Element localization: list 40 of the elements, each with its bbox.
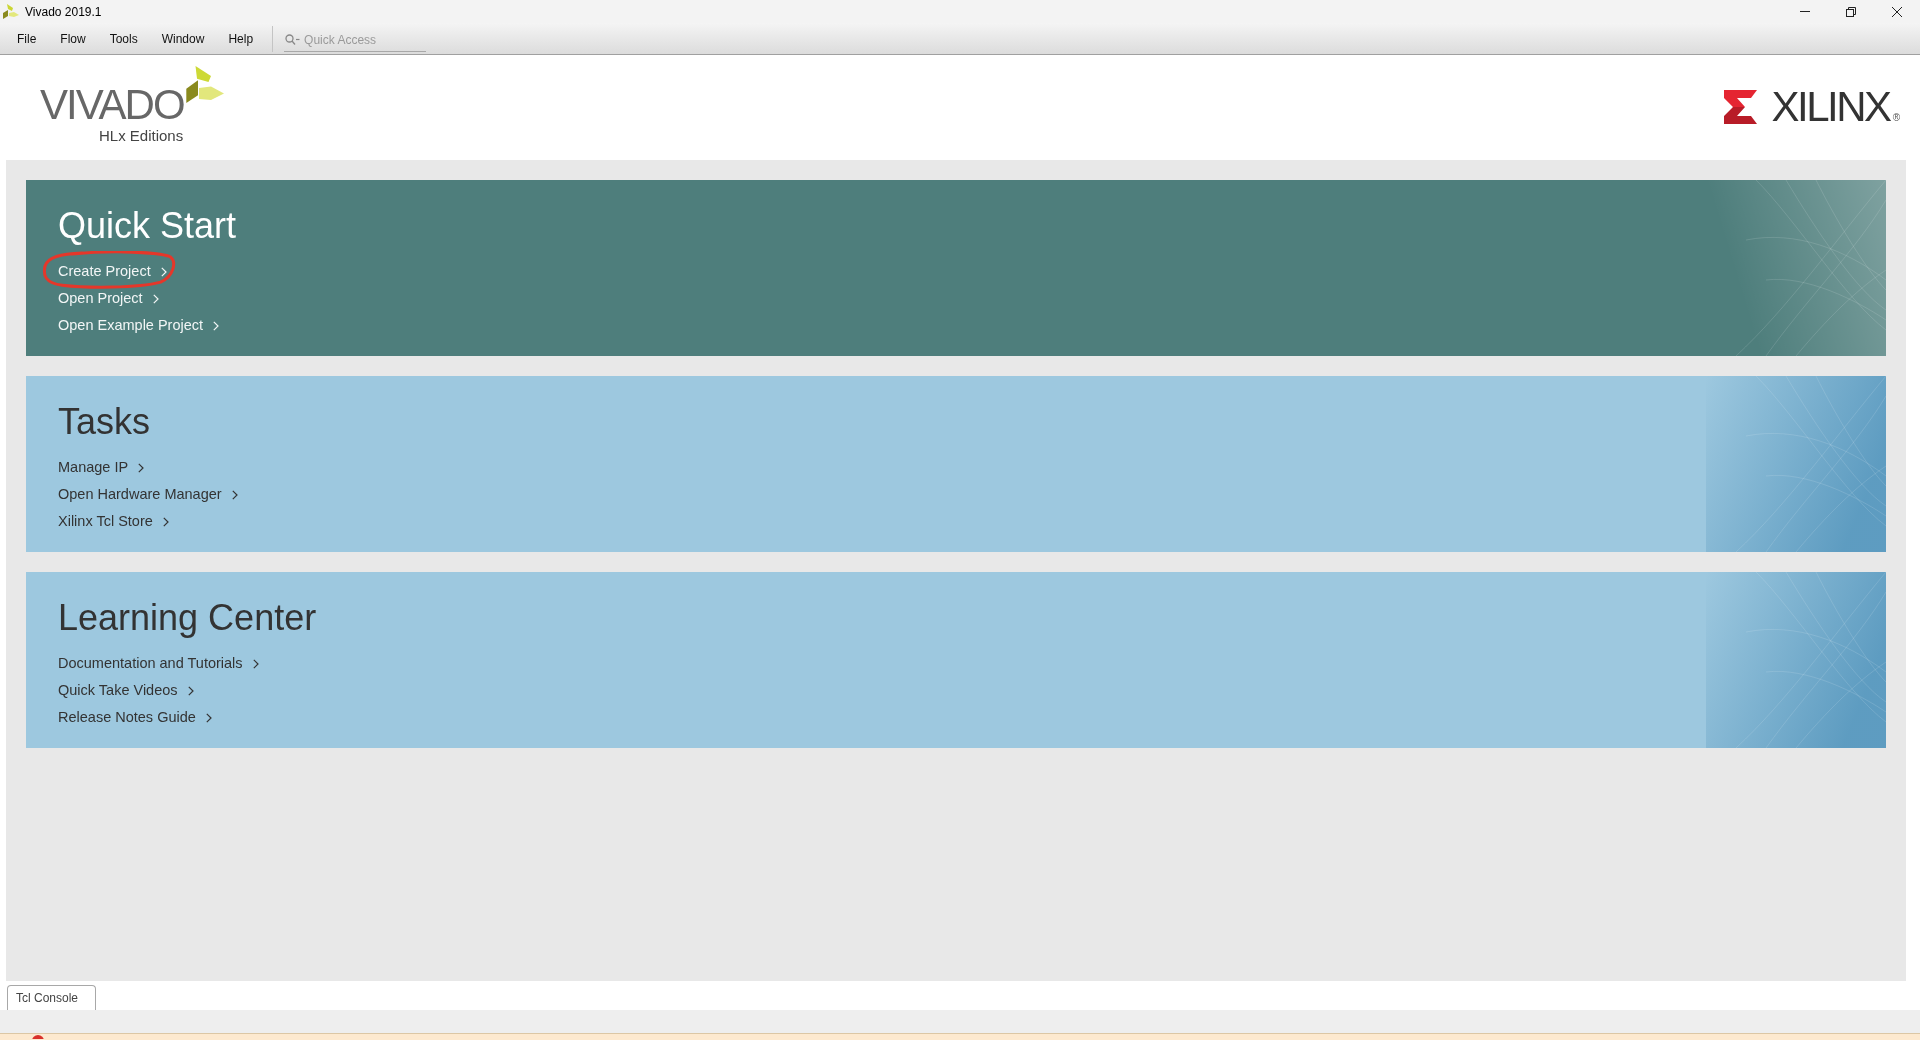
product-logo-icon [185, 66, 224, 103]
close-icon [1892, 6, 1902, 17]
app-icon [3, 3, 19, 20]
chevron-right-icon [160, 266, 167, 277]
action-link[interactable]: Create Project [58, 258, 167, 285]
action-link[interactable]: Open Project [58, 285, 159, 312]
action-link[interactable]: Manage IP [58, 454, 145, 481]
restore-icon [1846, 6, 1856, 17]
search-icon [285, 33, 301, 45]
minimize-icon [1800, 11, 1810, 12]
chevron-right-icon [152, 293, 159, 304]
quick-access-field[interactable]: Quick Access [284, 28, 427, 52]
menu-item[interactable]: Window [149, 26, 217, 51]
action-link[interactable]: Release Notes Guide [58, 704, 212, 731]
edition-label: HLx Editions [99, 128, 185, 143]
chevron-right-icon [162, 516, 169, 527]
window-title: Vivado 2019.1 [25, 3, 102, 21]
product-wordmark: VIVADO [40, 84, 184, 126]
chevron-right-icon [205, 712, 212, 723]
action-link[interactable]: Open Example Project [58, 312, 220, 339]
action-link[interactable]: Open Hardware Manager [58, 481, 238, 508]
company-wordmark: XILINX [1771, 86, 1890, 128]
section-title: Quick Start [58, 204, 238, 248]
section-title: Learning Center [58, 596, 318, 640]
action-link[interactable]: Documentation and Tutorials [58, 650, 259, 677]
chevron-right-icon [231, 489, 238, 500]
console-tab[interactable]: Tcl Console [7, 985, 96, 1010]
menu-item[interactable]: Flow [48, 26, 98, 51]
action-link[interactable]: Xilinx Tcl Store [58, 508, 169, 535]
registered-mark: ® [1892, 113, 1900, 123]
chevron-right-icon [213, 320, 220, 331]
company-logo-icon [1723, 90, 1757, 124]
menu-item[interactable]: File [5, 26, 49, 51]
chevron-right-icon [187, 685, 194, 696]
menu-item[interactable]: Help [216, 26, 266, 51]
section-title: Tasks [58, 400, 152, 444]
chevron-right-icon [252, 658, 259, 669]
menu-item[interactable]: Tools [97, 26, 150, 51]
action-link[interactable]: Quick Take Videos [58, 677, 194, 704]
chevron-right-icon [138, 462, 145, 473]
